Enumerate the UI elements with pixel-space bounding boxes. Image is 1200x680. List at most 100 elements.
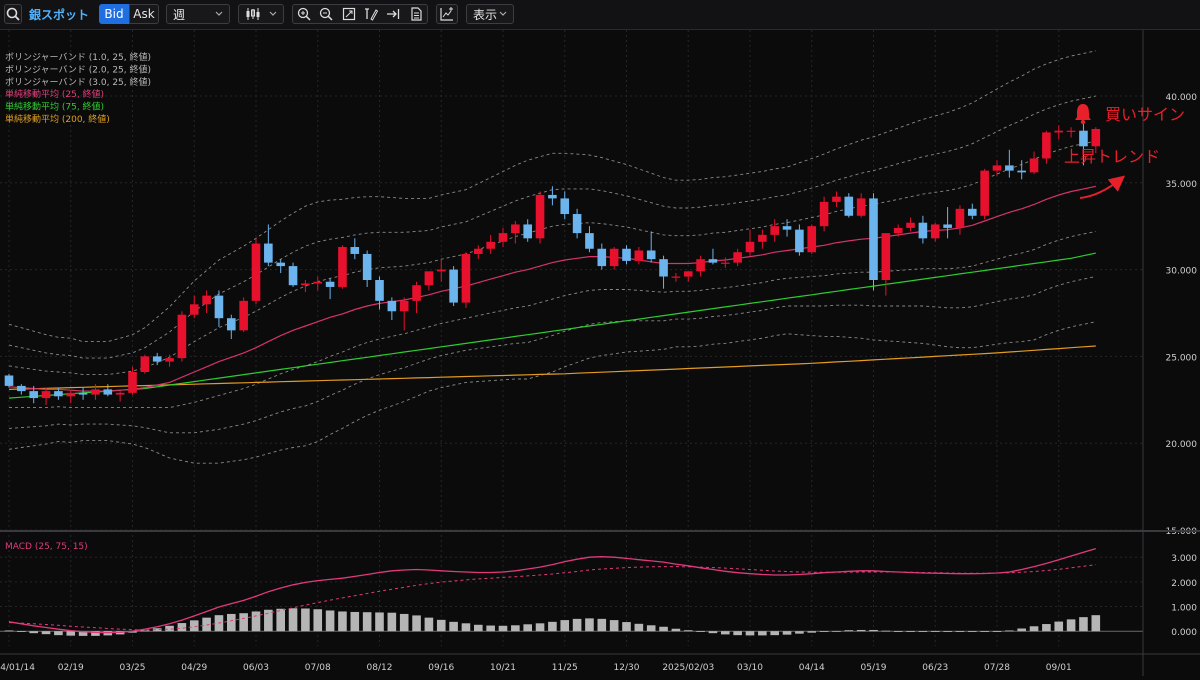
candle — [869, 198, 878, 280]
candle — [906, 222, 915, 228]
bollinger-band-line — [8, 321, 1096, 464]
legend-item: ボリンジャーバンド (2.0, 25, 終値) — [5, 63, 151, 75]
display-menu[interactable]: 表示 — [466, 4, 514, 24]
chevron-down-icon — [215, 11, 223, 16]
x-tick-label: 03/10 — [737, 663, 763, 673]
fit-screen-icon[interactable] — [341, 6, 357, 22]
candle — [733, 252, 742, 263]
candle — [1066, 130, 1076, 132]
jump-to-latest-icon[interactable] — [385, 6, 401, 22]
legend-item: 単純移動平均 (25, 終値) — [5, 88, 104, 100]
tool-group — [292, 4, 428, 24]
candle — [856, 198, 866, 216]
bid-button[interactable]: Bid — [99, 4, 129, 24]
macd-histogram-bar — [1042, 624, 1051, 632]
timeframe-value: 週 — [173, 7, 186, 22]
y-tick-label: 35.000 — [1166, 180, 1198, 190]
price-chart[interactable]: MACD (25, 75, 15) 2024/01/14 02/19 03/25 04… — [0, 30, 1200, 676]
candle — [424, 271, 434, 286]
candle — [276, 262, 285, 267]
y-tick-label: 30.000 — [1166, 267, 1198, 277]
candle — [1017, 170, 1026, 173]
candle — [968, 208, 977, 216]
chart-type-select[interactable] — [238, 4, 284, 24]
candle — [523, 224, 532, 239]
zoom-in-icon[interactable] — [296, 6, 312, 22]
x-tick-label: 04/14 — [799, 663, 825, 673]
legend-item: 単純移動平均 (200, 終値) — [5, 113, 110, 125]
candle — [992, 165, 1002, 171]
macd-histogram-bar — [301, 608, 310, 632]
macd-histogram-bar — [646, 625, 656, 632]
y-tick-label: 3.000 — [1171, 554, 1197, 564]
macd-signal-line — [8, 564, 1096, 631]
candle — [1005, 165, 1014, 171]
candle — [609, 248, 619, 267]
candle — [758, 234, 767, 242]
candle — [202, 295, 211, 305]
candle — [671, 276, 681, 278]
macd-histogram-bar — [511, 625, 520, 632]
y-tick-label: 2.000 — [1171, 579, 1197, 589]
timeframe-select[interactable]: 週 — [166, 4, 230, 24]
candle — [918, 222, 928, 239]
candle — [646, 250, 656, 260]
display-label: 表示 — [473, 7, 498, 22]
zoom-out-icon[interactable] — [318, 6, 334, 22]
macd-histogram-bar — [54, 631, 63, 636]
candle — [17, 385, 26, 392]
indicator-legend: ボリンジャーバンド (1.0, 25, 終値)ボリンジャーバンド (2.0, 2… — [5, 51, 151, 125]
macd-histogram-bar — [486, 625, 495, 632]
sma200-line — [8, 345, 1096, 390]
candle — [770, 226, 779, 235]
x-tick-label: 06/23 — [922, 663, 948, 673]
macd-histogram-bar — [634, 623, 644, 632]
macd-histogram-bar — [1017, 628, 1026, 632]
macd-histogram-bar — [560, 620, 570, 632]
macd-histogram-bar — [770, 631, 779, 636]
candle — [498, 233, 508, 242]
candle — [412, 285, 421, 301]
macd-histogram-bar — [992, 631, 1002, 632]
candle — [325, 281, 335, 287]
candle — [177, 314, 187, 359]
macd-histogram-bar — [1054, 621, 1064, 632]
candle — [535, 194, 545, 239]
candle — [980, 170, 989, 216]
macd-histogram-bar — [387, 612, 397, 632]
legend-item: ボリンジャーバンド (3.0, 25, 終値) — [5, 76, 151, 88]
macd-histogram-bar — [733, 631, 742, 636]
legend-item: ボリンジャーバンド (1.0, 25, 終値) — [5, 51, 151, 63]
add-indicator-button[interactable] — [436, 4, 458, 24]
macd-histogram-bar — [227, 613, 236, 632]
symbol-selector[interactable]: 銀スポット — [28, 4, 90, 24]
x-tick-label: 07/08 — [305, 663, 331, 673]
macd-histogram-bar — [955, 631, 965, 632]
macd-histogram-bar — [696, 631, 705, 632]
candle — [819, 201, 829, 227]
search-button[interactable] — [4, 4, 22, 24]
macd-histogram-bar — [535, 623, 545, 632]
candle — [511, 224, 520, 234]
x-tick-label: 2025/02/03 — [662, 663, 714, 673]
x-tick-label: 09/16 — [428, 663, 454, 673]
ask-button[interactable]: Ask — [129, 4, 159, 24]
macd-histogram-bar — [906, 631, 915, 632]
candle — [54, 391, 63, 397]
search-icon — [6, 7, 20, 21]
macd-histogram-bar — [930, 631, 940, 632]
candle — [807, 226, 817, 253]
candle — [128, 372, 137, 393]
bell-icon — [1075, 104, 1091, 125]
chart-area[interactable]: MACD (25, 75, 15) 2024/01/14 02/19 03/25 04… — [0, 30, 1200, 676]
x-tick-label: 02/19 — [58, 663, 84, 673]
candle — [745, 241, 755, 253]
document-icon[interactable] — [408, 6, 424, 22]
candle — [91, 389, 100, 395]
x-tick-label: 07/28 — [984, 663, 1010, 673]
chevron-down-icon — [499, 11, 507, 16]
draw-tool-icon[interactable] — [363, 6, 379, 22]
macd-histogram-bar — [721, 631, 730, 635]
candle — [301, 283, 310, 286]
y-tick-label: 40.000 — [1166, 93, 1198, 103]
